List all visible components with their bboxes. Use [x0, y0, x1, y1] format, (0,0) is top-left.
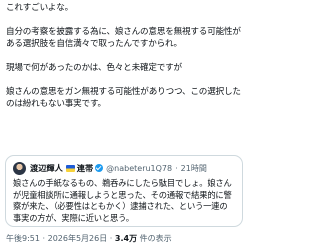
post-paragraph: 娘さんの意思をガン無視する可能性がありつつ、この選択したのは紛れもない事実です。 — [6, 87, 241, 109]
quoted-post-time[interactable]: 21時間 — [181, 163, 207, 174]
view-count: 3.4万 — [114, 234, 138, 243]
post-meta-line: 午後9:51 · 2026年5月26日 · 3.4万 件の表示 — [6, 233, 172, 244]
post: これすごいよな。 自分の考察を披露する為に、娘さんの意思を無視する可能性がある選… — [0, 0, 250, 250]
post-date[interactable]: 2026年5月26日 — [48, 234, 108, 243]
quoted-author-affiliation: 連帯 — [76, 163, 94, 173]
avatar[interactable] — [13, 161, 26, 175]
post-text: これすごいよな。 自分の考察を披露する為に、娘さんの意思を無視する可能性がある選… — [6, 2, 246, 110]
post-paragraph: 現場で何があったのかは、色々と未確定ですが — [6, 63, 182, 73]
quoted-post-header: 渡辺輝人 連帯 @nabeteru1Q78 · 21時間 — [13, 161, 235, 175]
post-paragraph: 自分の考察を披露する為に、娘さんの意思を無視する可能性がある選択肢を自信満々で取… — [6, 27, 241, 49]
quoted-post-card[interactable]: 渡辺輝人 連帯 @nabeteru1Q78 · 21時間 娘さんの手紙なるもの、… — [5, 155, 243, 227]
quoted-author-handle: @nabeteru1Q78 — [106, 163, 173, 173]
view-count-label: 件の表示 — [139, 234, 172, 243]
quoted-post-text: 娘さんの手紙なるもの、鵜呑みにしたら駄目でしょ。娘さんが児童相談所に通報しようと… — [13, 178, 232, 223]
post-paragraph: これすごいよな。 — [6, 3, 73, 13]
verified-badge-icon — [95, 164, 104, 172]
post-time[interactable]: 午後9:51 — [6, 234, 40, 243]
flag-icon — [65, 164, 75, 172]
separator-dot: · — [175, 163, 178, 173]
quoted-author-name[interactable]: 渡辺輝人 — [30, 162, 63, 174]
